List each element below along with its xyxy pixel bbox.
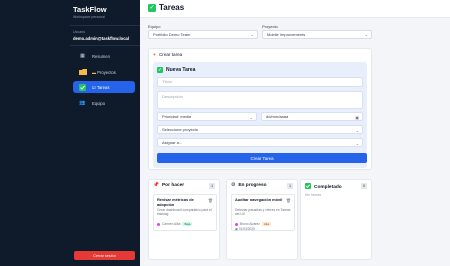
proyecto-select-value: Mobile Improvements	[267, 32, 306, 37]
sidebar: TaskFlow Workspace personal Usuario demo…	[0, 0, 140, 266]
description-textarea[interactable]: Descripción	[157, 91, 363, 109]
task-date-text: 01/03/2025	[238, 227, 255, 231]
calendar-icon[interactable]: ▣	[355, 114, 359, 121]
sidebar-item-label: Equipo	[92, 100, 106, 106]
column-header: ⚙ En progreso	[231, 183, 267, 188]
logout-button[interactable]: Cerrar sesión	[74, 251, 135, 260]
column-header: 📌 Por hacer	[153, 183, 184, 188]
check-icon	[305, 183, 311, 191]
project-select-value: Seleccione proyecto	[162, 127, 199, 132]
sidebar-divider	[70, 25, 140, 26]
equipo-select-value: Portfolio Demo Team	[153, 32, 191, 37]
sidebar-item-label: ▬ Proyectos	[92, 70, 116, 75]
trash-icon[interactable]: 🗑	[208, 198, 213, 203]
chevron-down-icon: ⌄	[249, 115, 253, 120]
column-header: Completado	[305, 183, 342, 191]
page-header: ✓ Tareas	[140, 0, 450, 18]
task-card[interactable]: Auditar navegación móvil 🗑 Detectar pasa…	[231, 194, 295, 231]
folder-icon	[78, 69, 87, 76]
check-icon: ✓	[148, 4, 156, 12]
pin-icon: 📌	[153, 183, 159, 188]
chevron-down-icon: ⌄	[250, 32, 254, 37]
task-title: Revisar métricas de adopción	[157, 197, 194, 207]
task-assignee: Bruno Alvarez Alta	[235, 222, 272, 226]
assignee-name: Carmen Alba	[162, 222, 181, 226]
task-title: Auditar navegación móvil	[235, 197, 283, 202]
create-task-header-text: Crear tarea	[158, 52, 183, 57]
sidebar-item-label: Resumen	[92, 53, 110, 59]
title-input[interactable]: Título	[157, 77, 363, 87]
task-assignee: Carmen Alba Baja	[157, 222, 193, 226]
form-title-text: Nueva Tarea	[166, 67, 196, 73]
assignee-name: Bruno Alvarez	[240, 222, 260, 226]
form-title: ✓ Nueva Tarea	[157, 67, 195, 73]
sidebar-item-text: Tareas	[96, 84, 110, 90]
kanban-column-done: Completado 0 Sin tareas	[300, 179, 372, 260]
brand-title: TaskFlow	[73, 5, 107, 14]
sidebar-item-label: ☑ Tareas	[92, 85, 109, 90]
assign-select[interactable]: Asignar a... ⌄	[157, 138, 363, 147]
task-card[interactable]: Revisar métricas de adopción 🗑 Crear das…	[153, 194, 217, 231]
equipo-label: Equipo	[148, 24, 161, 29]
plus-icon: +	[153, 52, 156, 57]
chevron-down-icon: ⌄	[355, 141, 359, 146]
page-title: Tareas	[159, 3, 185, 12]
kanban-column-in-progress: ⚙ En progreso 1 Auditar navegación móvil…	[226, 179, 298, 260]
sidebar-item-tareas[interactable]: ☑ Tareas	[73, 81, 135, 93]
column-count: 1	[287, 183, 293, 189]
task-description: Crear dashboard comparativo para el back…	[157, 208, 212, 216]
sidebar-item-text: Proyectos	[97, 69, 116, 75]
trash-icon[interactable]: 🗑	[286, 198, 291, 203]
column-count: 1	[209, 183, 215, 189]
priority-badge: Alta	[261, 222, 272, 226]
priority-select[interactable]: Prioridad: media ⌄	[157, 112, 257, 121]
column-title: Por hacer	[161, 183, 185, 188]
user-email: demo.admin@taskflow.local	[73, 36, 130, 41]
column-title: Completado	[314, 184, 342, 190]
task-date: ▣ 01/03/2025	[235, 227, 255, 231]
chevron-down-icon: ⌄	[355, 128, 359, 133]
equipo-select[interactable]: Portfolio Demo Team ⌄	[148, 30, 258, 39]
user-label: Usuario	[73, 30, 86, 34]
grid-icon: ▦	[80, 53, 85, 59]
avatar	[157, 222, 160, 226]
proyecto-label: Proyecto	[262, 24, 278, 29]
calendar-icon: ▣	[235, 227, 239, 231]
sidebar-divider	[70, 45, 140, 46]
column-count: 0	[361, 183, 367, 189]
priority-badge: Baja	[182, 222, 193, 226]
priority-select-value: Prioridad: media	[162, 114, 192, 119]
gear-icon: ⚙	[231, 183, 236, 188]
sidebar-item-resumen[interactable]: ▦ Resumen	[73, 50, 135, 62]
chevron-down-icon: ⌄	[364, 32, 368, 37]
date-input-value: dd/mm/aaaa	[266, 114, 289, 119]
kanban-column-todo: 📌 Por hacer 1 Revisar métricas de adopci…	[148, 179, 220, 260]
sidebar-item-proyectos[interactable]: ▬ Proyectos	[73, 66, 135, 78]
check-icon: ☑	[92, 84, 96, 90]
brand-subtitle: Workspace personal	[73, 15, 105, 19]
column-title: En progreso	[238, 183, 267, 188]
create-task-button[interactable]: Crear Tarea	[157, 153, 367, 163]
empty-state: Sin tareas	[305, 193, 322, 197]
create-task-card: + Crear tarea ✓ Nueva Tarea Título Descr…	[148, 48, 372, 170]
check-icon	[78, 83, 87, 91]
create-task-header: + Crear tarea	[153, 52, 182, 57]
date-input[interactable]: dd/mm/aaaa ▣	[261, 112, 363, 121]
avatar	[235, 222, 238, 226]
proyecto-select[interactable]: Mobile Improvements ⌄	[262, 30, 372, 39]
sidebar-item-equipo[interactable]: 👥 Equipo	[73, 97, 135, 109]
check-icon: ✓	[157, 67, 163, 73]
project-select[interactable]: Seleccione proyecto ⌄	[157, 125, 363, 134]
team-icon: 👥	[79, 100, 86, 106]
assign-select-value: Asignar a...	[162, 140, 183, 145]
task-description: Detectar pasadías y cierres en Tareas de…	[235, 208, 291, 216]
folder-icon: ▬	[92, 69, 96, 75]
